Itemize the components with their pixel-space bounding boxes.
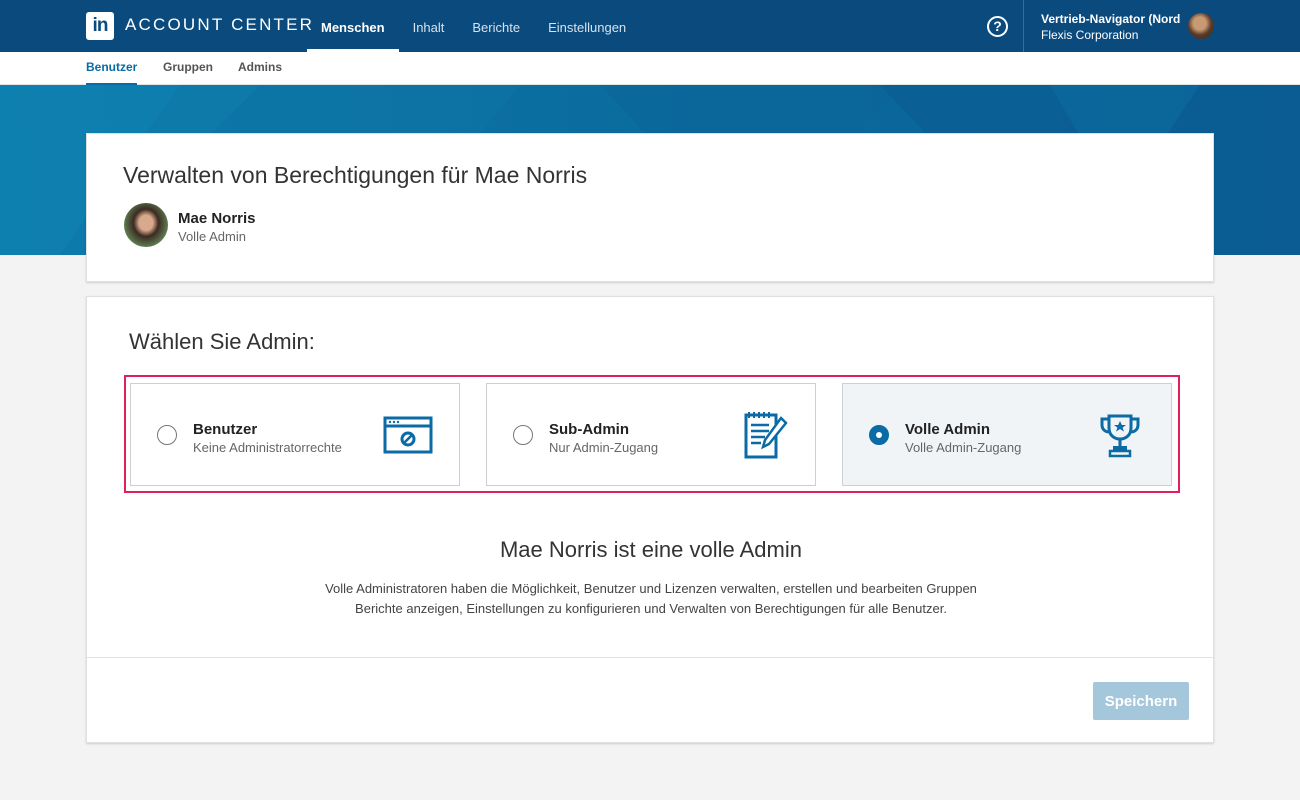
subnav-admins[interactable]: Admins [238,52,282,85]
result-description: Volle Administratoren haben die Möglichk… [287,579,1015,619]
option-title: Sub-Admin [549,421,629,438]
header-divider [1023,0,1024,52]
account-switcher[interactable]: Vertrieb-Navigator (Nord Flexis Corporat… [1041,12,1184,43]
admin-selection-card: Wählen Sie Admin: Benutzer Keine Adminis… [86,296,1214,743]
nav-inhalt[interactable]: Inhalt [399,0,459,52]
profile-card: Verwalten von Berechtigungen für Mae Nor… [86,133,1214,282]
account-org: Flexis Corporation [1041,28,1139,42]
account-name: Vertrieb-Navigator (Nord [1041,12,1181,26]
save-button[interactable]: Speichern [1093,682,1189,720]
option-volle-admin[interactable]: Volle Admin Volle Admin-Zugang [842,383,1172,486]
footer-divider [87,657,1213,658]
option-benutzer[interactable]: Benutzer Keine Administratorrechte [130,383,460,486]
option-description: Nur Admin-Zugang [549,440,659,455]
trophy-icon [1100,414,1140,458]
radio-volle-admin[interactable] [869,425,889,445]
page-title: Verwalten von Berechtigungen für Mae Nor… [123,162,588,188]
nav-menschen[interactable]: Menschen [307,0,399,52]
help-icon[interactable]: ? [987,16,1008,37]
sub-navigation: Benutzer Gruppen Admins [0,52,1300,85]
user-name: Mae Norris [178,210,256,227]
linkedin-logo-icon[interactable]: in [86,12,114,40]
app-title: ACCOUNT CENTER [125,15,315,34]
top-navigation-bar: in ACCOUNT CENTER Menschen Inhalt Berich… [0,0,1300,52]
browser-blocked-icon [383,416,433,454]
option-description: Keine Administratorrechte [193,440,342,455]
result-heading: Mae Norris ist eine volle Admin [499,537,802,562]
option-sub-admin[interactable]: Sub-Admin Nur Admin-Zugang [486,383,816,486]
account-avatar[interactable] [1188,13,1214,39]
result-description-line: Volle Administratoren haben die Möglichk… [325,581,977,596]
result-description-line: Berichte anzeigen, Einstellungen zu konf… [355,601,947,616]
subnav-gruppen[interactable]: Gruppen [163,52,213,85]
radio-benutzer[interactable] [157,425,177,445]
option-title: Volle Admin [905,421,991,438]
nav-einstellungen[interactable]: Einstellungen [534,0,640,52]
notepad-pencil-icon [744,412,788,459]
main-nav: Menschen Inhalt Berichte Einstellungen [307,0,640,52]
user-avatar [124,203,168,247]
radio-sub-admin[interactable] [513,425,533,445]
nav-berichte[interactable]: Berichte [458,0,534,52]
user-role: Volle Admin [178,229,246,244]
option-title: Benutzer [193,421,258,438]
option-description: Volle Admin-Zugang [905,440,1022,455]
admin-select-title: Wählen Sie Admin: [129,329,315,354]
subnav-benutzer[interactable]: Benutzer [86,52,138,85]
